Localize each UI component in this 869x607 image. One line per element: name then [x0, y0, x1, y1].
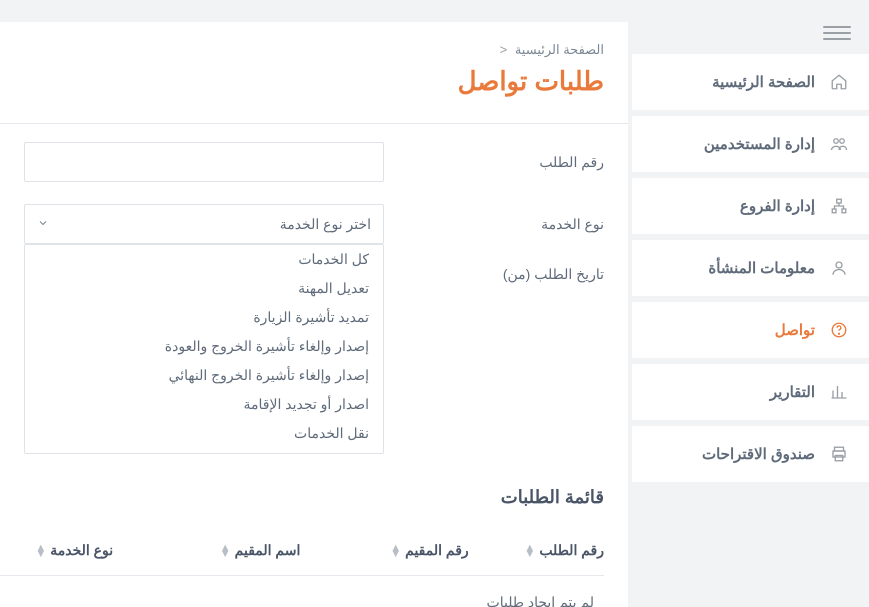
breadcrumb-home[interactable]: الصفحة الرئيسية — [515, 42, 604, 57]
sidebar-item-establishment-info[interactable]: معلومات المنشأة — [632, 240, 869, 296]
dropdown-option[interactable]: تمديد تأشيرة الزيارة — [25, 303, 383, 332]
sidebar-item-branches[interactable]: إدارة الفروع — [632, 178, 869, 234]
dropdown-option[interactable]: كل الخدمات — [25, 245, 383, 274]
dropdown-option[interactable]: إصدار وإلغاء تأشيرة الخروج والعودة — [25, 332, 383, 361]
page-title: طلبات تواصل — [0, 66, 604, 97]
sidebar: الصفحة الرئيسية إدارة المستخدمين إدارة ا… — [632, 0, 869, 607]
printer-icon — [829, 444, 849, 464]
dropdown-option[interactable]: إصدار وإلغاء تأشيرة الخروج النهائي — [25, 361, 383, 390]
sort-icon: ▲▼ — [35, 545, 46, 557]
sitemap-icon — [829, 196, 849, 216]
dropdown-option[interactable]: اصدار أو تجديد الإقامة — [25, 390, 383, 419]
dropdown-option[interactable]: نقل الخدمات — [25, 419, 383, 448]
sort-icon: ▲▼ — [390, 545, 401, 557]
sidebar-item-suggestions[interactable]: صندوق الاقتراحات — [632, 426, 869, 482]
filter-label-request-number: رقم الطلب — [444, 154, 604, 171]
sidebar-item-home[interactable]: الصفحة الرئيسية — [632, 54, 869, 110]
filter-label-date-from: تاريخ الطلب (من) — [444, 266, 604, 283]
table-empty-message: لم يتم إيجاد طلبات — [0, 576, 604, 607]
home-icon — [829, 72, 849, 92]
column-header-resident-number[interactable]: رقم المقيم ▲▼ — [308, 542, 468, 559]
profile-icon — [829, 258, 849, 278]
filter-row-request-number: رقم الطلب — [0, 124, 604, 186]
sidebar-item-contact[interactable]: تواصل — [632, 302, 869, 358]
breadcrumb: الصفحة الرئيسية < — [0, 42, 604, 58]
chevron-left-icon: < — [500, 42, 508, 57]
sidebar-item-label: صندوق الاقتراحات — [702, 445, 815, 463]
filter-label-service-type: نوع الخدمة — [444, 216, 604, 233]
dropdown-option[interactable]: تعديل المهنة — [25, 274, 383, 303]
service-type-dropdown: كل الخدمات تعديل المهنة تمديد تأشيرة الز… — [24, 244, 384, 454]
column-header-resident-name[interactable]: اسم المقيم ▲▼ — [121, 542, 300, 559]
sort-icon: ▲▼ — [220, 545, 231, 557]
main-content: الصفحة الرئيسية < طلبات تواصل رقم الطلب … — [0, 22, 628, 607]
help-circle-icon — [829, 320, 849, 340]
column-header-request-number[interactable]: رقم الطلب ▲▼ — [477, 542, 604, 559]
sidebar-item-label: الصفحة الرئيسية — [712, 73, 815, 91]
sidebar-item-users[interactable]: إدارة المستخدمين — [632, 116, 869, 172]
sidebar-item-label: معلومات المنشأة — [708, 259, 815, 277]
requests-table: رقم الطلب ▲▼ رقم المقيم ▲▼ اسم المقيم ▲▼… — [0, 526, 604, 607]
service-type-select[interactable]: اختر نوع الخدمة — [24, 204, 384, 244]
sort-icon: ▲▼ — [524, 545, 535, 557]
request-number-input[interactable] — [24, 142, 384, 182]
sidebar-item-reports[interactable]: التقارير — [632, 364, 869, 420]
table-header: رقم الطلب ▲▼ رقم المقيم ▲▼ اسم المقيم ▲▼… — [0, 526, 604, 575]
sidebar-item-label: التقارير — [770, 383, 815, 401]
service-type-placeholder: اختر نوع الخدمة — [280, 216, 371, 233]
column-header-service-type[interactable]: نوع الخدمة ▲▼ — [0, 542, 113, 559]
sidebar-item-label: إدارة المستخدمين — [704, 135, 815, 153]
filter-row-service-type: نوع الخدمة اختر نوع الخدمة كل الخدمات تع… — [0, 186, 604, 248]
requests-list-title: قائمة الطلبات — [0, 487, 604, 508]
sidebar-item-label: تواصل — [775, 321, 815, 339]
hamburger-menu-icon[interactable] — [823, 22, 851, 44]
users-icon — [829, 134, 849, 154]
dropdown-option[interactable]: تحديث المعلومات — [25, 448, 383, 454]
sidebar-item-label: إدارة الفروع — [740, 197, 815, 215]
bar-chart-icon — [829, 382, 849, 402]
table-body: لم يتم إيجاد طلبات — [0, 575, 604, 607]
chevron-down-icon — [37, 216, 49, 232]
